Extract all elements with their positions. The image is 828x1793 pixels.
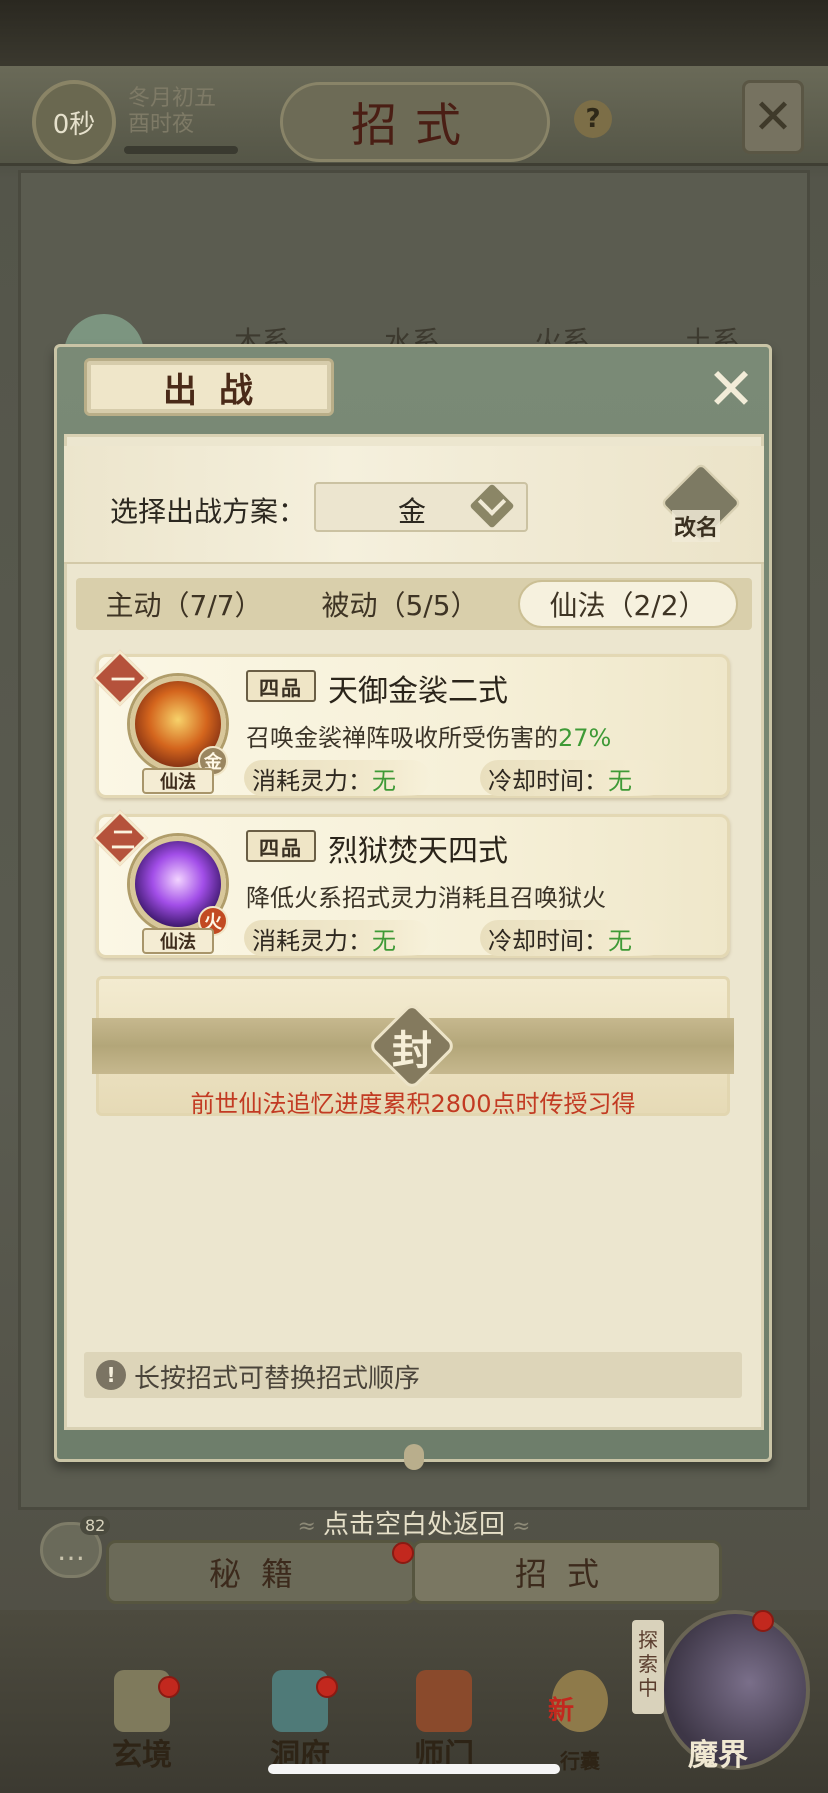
mana-cost-label: 消耗灵力：: [252, 766, 372, 795]
nav-mojie[interactable]: 魔界: [668, 1670, 768, 1780]
nav-xuanjing-label: 玄境: [112, 1738, 172, 1773]
cooldown: 冷却时间：无: [480, 760, 666, 796]
mana-cost-value: 无: [372, 766, 396, 795]
tab-passive-label: 被动（5/5）: [321, 589, 479, 622]
mana-cost: 消耗灵力：无: [244, 760, 430, 796]
skill-grade-badge: 四品: [246, 830, 316, 862]
skill-type-badge: 仙法: [142, 768, 214, 794]
modal-bottom-ornament: [404, 1444, 424, 1470]
skill-name: 天御金裟二式: [328, 674, 508, 709]
skill-type-badge: 仙法: [142, 928, 214, 954]
nav-xingnang-label: 行囊: [560, 1749, 600, 1773]
tab-manuals[interactable]: 秘籍: [106, 1540, 416, 1604]
notification-dot: [158, 1676, 180, 1698]
back-hint-text: 点击空白处返回: [322, 1510, 505, 1540]
modal-title: 出战: [84, 358, 334, 416]
exclamation-icon: !: [96, 1360, 126, 1390]
hint-right-ornament: ≈: [505, 1514, 531, 1539]
timer-text: 0秒: [52, 109, 96, 140]
tap-blank-to-return[interactable]: ≈ 点击空白处返回 ≈: [0, 1504, 828, 1541]
tab-active-skills[interactable]: 主动（7/7）: [84, 580, 284, 628]
mana-cost-label: 消耗灵力：: [252, 926, 372, 955]
skill-description: 降低火系招式灵力消耗且召唤狱火: [246, 878, 606, 913]
page-title: 招式: [280, 82, 550, 162]
plan-selected-value: 金: [397, 495, 426, 528]
tab-skills-label: 招式: [514, 1555, 619, 1593]
skill-grade-badge: 四品: [246, 670, 316, 702]
cooldown-label: 冷却时间：: [488, 926, 608, 955]
tab-active-label: 主动（7/7）: [105, 589, 263, 622]
tab-passive-skills[interactable]: 被动（5/5）: [302, 580, 498, 628]
mana-cost: 消耗灵力：无: [244, 920, 430, 956]
banner-icon: [416, 1670, 472, 1732]
page-close-icon[interactable]: ✕: [742, 80, 804, 154]
notification-dot: [392, 1542, 414, 1564]
nav-mojie-label: 魔界: [688, 1738, 748, 1773]
date-line-2: 酉时夜: [128, 112, 195, 137]
rename-label: 改名: [672, 510, 721, 542]
cooldown-value: 无: [608, 766, 632, 795]
skill-desc-value: 27%: [558, 724, 612, 752]
slot-index-text: 二: [111, 826, 135, 854]
mana-cost-value: 无: [372, 926, 396, 955]
unlock-hint: 前世仙法追忆进度累积2800点时传授习得: [190, 1090, 636, 1118]
chat-unread-count: 82: [80, 1516, 111, 1535]
notification-dot: [752, 1610, 774, 1632]
home-indicator[interactable]: [268, 1764, 560, 1774]
timer-badge: 0秒: [32, 80, 116, 164]
seal-char: 封: [392, 1027, 432, 1074]
exploring-tag: 探索中: [632, 1620, 664, 1714]
modal-title-text: 出战: [163, 370, 275, 411]
reorder-tip-text: 长按招式可替换招式顺序: [134, 1364, 421, 1394]
cooldown-value: 无: [608, 926, 632, 955]
cooldown: 冷却时间：无: [480, 920, 666, 956]
skill-desc-text: 降低火系招式灵力消耗且召唤狱火: [246, 884, 606, 912]
cooldown-label: 冷却时间：: [488, 766, 608, 795]
slot-index-text: 一: [111, 666, 135, 694]
modal-close-icon[interactable]: ✕: [700, 358, 762, 420]
tab-skills[interactable]: 招式: [412, 1540, 722, 1604]
plan-label: 选择出战方案：: [110, 495, 307, 528]
notification-dot: [316, 1676, 338, 1698]
help-icon[interactable]: ?: [574, 100, 612, 138]
new-item-marker: 新: [548, 1696, 575, 1726]
date-line-1: 冬月初五: [128, 86, 217, 111]
skill-description: 召唤金裟禅阵吸收所受伤害的27%: [246, 718, 611, 753]
game-date: 冬月初五 酉时夜: [128, 86, 216, 138]
skill-name: 烈狱焚天四式: [328, 834, 508, 869]
skill-desc-text: 召唤金裟禅阵吸收所受伤害的: [246, 724, 558, 752]
tab-immortal-arts[interactable]: 仙法（2/2）: [518, 580, 738, 628]
tab-manuals-label: 秘籍: [208, 1555, 313, 1593]
page-title-text: 招式: [351, 98, 479, 152]
date-progress-bar: [124, 146, 238, 154]
tab-immortal-label: 仙法（2/2）: [549, 589, 707, 622]
hint-left-ornament: ≈: [297, 1514, 323, 1539]
